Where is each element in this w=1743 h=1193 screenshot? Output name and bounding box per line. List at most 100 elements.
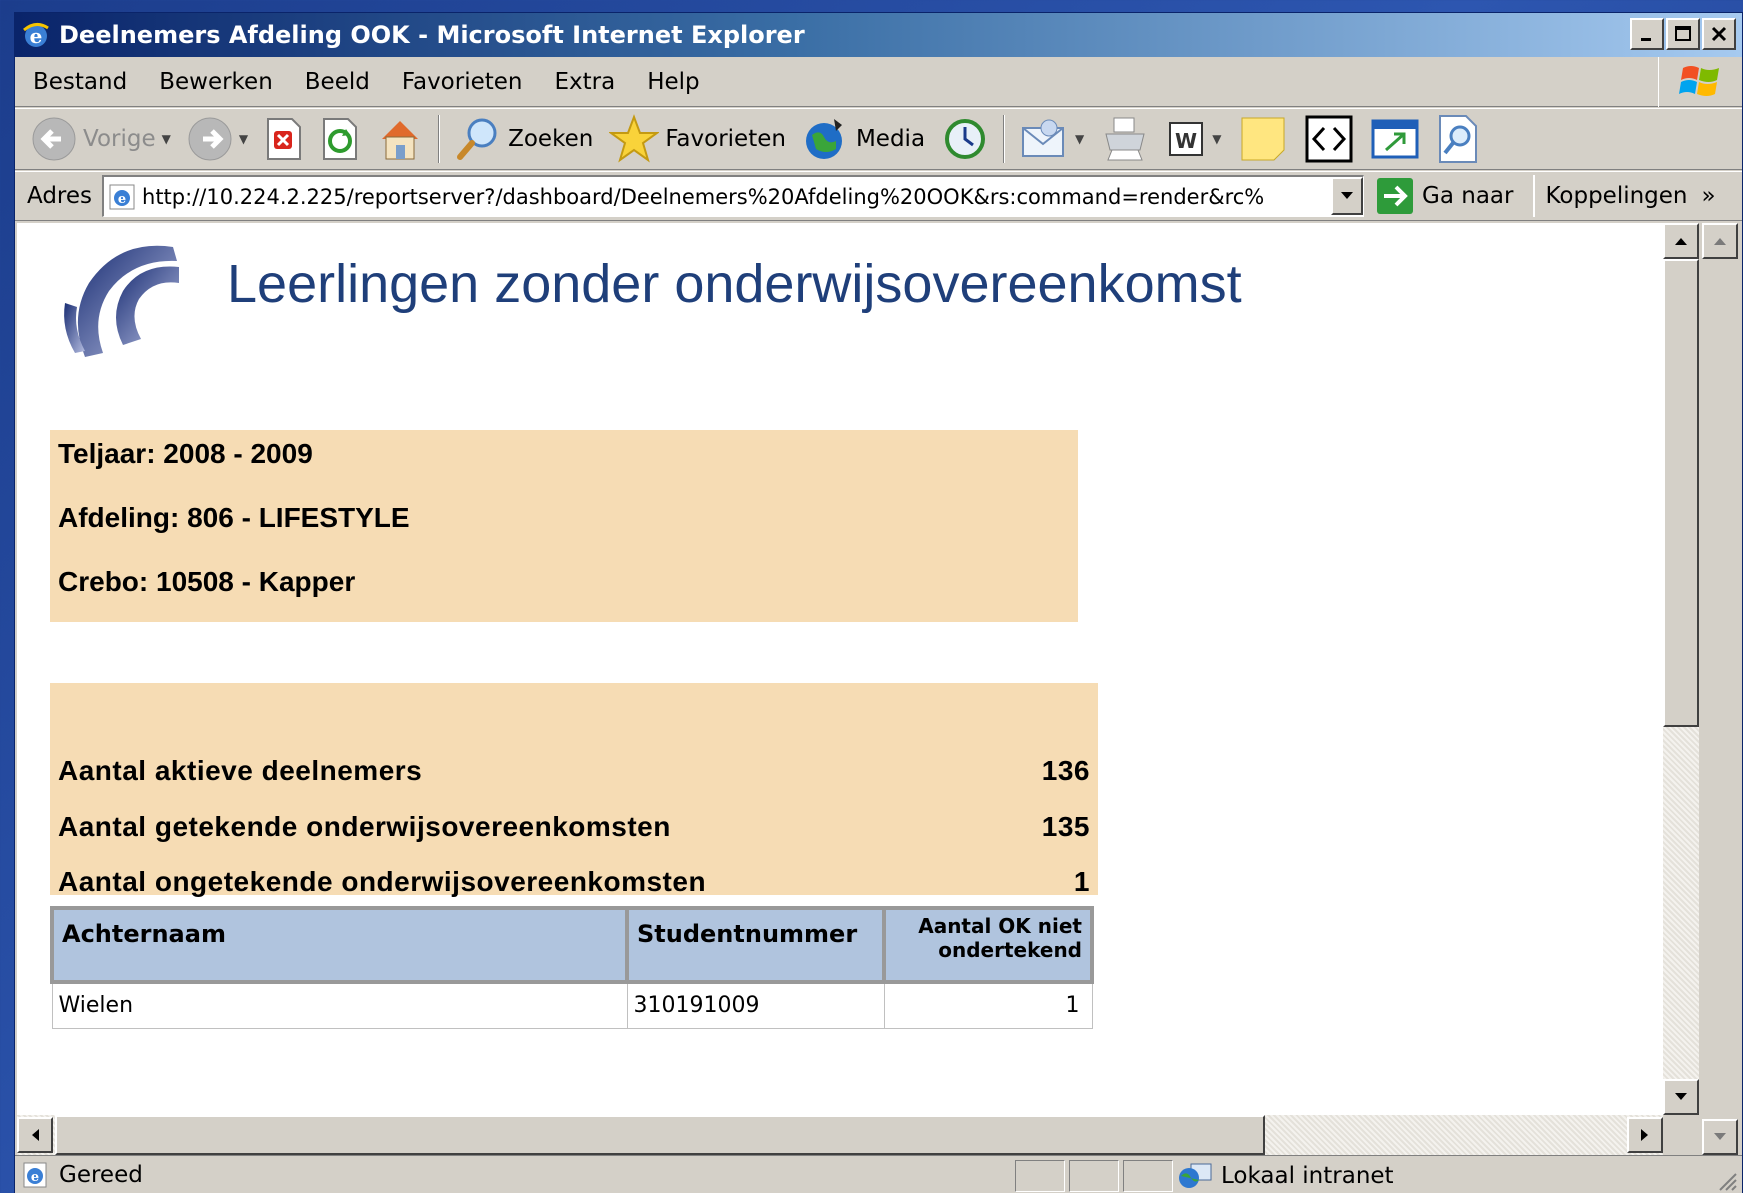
address-url[interactable]: http://10.224.2.225/reportserver?/dashbo…: [142, 185, 1322, 209]
arrow-up-icon: [1714, 238, 1726, 245]
stop-icon: [267, 118, 302, 160]
favorites-button[interactable]: Favorieten: [601, 111, 794, 167]
vertical-scrollbar[interactable]: [1663, 223, 1699, 1115]
windows-flag-icon: [1678, 66, 1719, 96]
source-button[interactable]: [1296, 111, 1362, 167]
source-code-icon: [1305, 115, 1353, 163]
go-label: Ga naar: [1422, 183, 1514, 209]
column-header-aantal-line2: ondertekend: [938, 938, 1082, 962]
menu-bewerken[interactable]: Bewerken: [143, 69, 289, 95]
home-button[interactable]: [368, 111, 432, 167]
maximize-icon: [1675, 26, 1691, 41]
scroll-left-button[interactable]: [17, 1117, 53, 1153]
favorites-label: Favorieten: [665, 126, 786, 152]
research-icon: [1438, 115, 1477, 163]
page-content: Leerlingen zonder onderwijsovereenkomst …: [17, 223, 1663, 1115]
minimize-button[interactable]: [1630, 18, 1664, 50]
maximize-button[interactable]: [1666, 18, 1700, 50]
outer-scroll-down-button[interactable]: [1702, 1119, 1738, 1155]
outer-vertical-scrollbar[interactable]: [1699, 223, 1742, 1155]
mail-icon: [1022, 119, 1065, 157]
home-icon: [382, 121, 419, 160]
title-bar[interactable]: e Deelnemers Afdeling OOK - Microsoft In…: [15, 13, 1742, 57]
address-label: Adres: [27, 183, 93, 209]
minimize-icon: [1641, 38, 1651, 41]
stat-label: Aantal aktieve deelnemers: [58, 755, 423, 786]
ie-icon: e: [23, 23, 49, 48]
scroll-up-button[interactable]: [1663, 223, 1699, 259]
new-window-button[interactable]: [1362, 111, 1428, 167]
arrow-left-icon: [32, 1129, 39, 1141]
mail-button[interactable]: ▼: [1011, 111, 1092, 167]
word-icon: W: [1169, 122, 1204, 156]
media-globe-icon: [805, 119, 842, 159]
teljaar-text: Teljaar: 2008 - 2009: [58, 438, 313, 469]
refresh-button[interactable]: [312, 111, 368, 167]
arrow-down-icon: [1675, 1093, 1687, 1100]
forward-arrow-icon: [188, 117, 232, 161]
vertical-scroll-thumb[interactable]: [1663, 259, 1699, 727]
go-button[interactable]: Ga naar: [1376, 177, 1513, 215]
back-arrow-icon: [32, 117, 76, 161]
crebo-text: Crebo: 10508 - Kapper: [58, 566, 356, 597]
search-label: Zoeken: [508, 126, 594, 152]
stop-button[interactable]: [256, 111, 312, 167]
scroll-right-button[interactable]: [1627, 1117, 1663, 1153]
forward-button[interactable]: ▼: [179, 111, 256, 167]
address-field[interactable]: e http://10.224.2.225/reportserver?/dash…: [102, 175, 1365, 217]
stat-row-actieve: Aantal aktieve deelnemers 136: [58, 751, 1090, 791]
column-header-achternaam: Achternaam: [50, 906, 629, 984]
chevron-down-icon: [1341, 192, 1354, 199]
scroll-down-button[interactable]: [1663, 1079, 1699, 1115]
stat-label: Aantal ongetekende onderwijsovereenkomst…: [58, 866, 707, 897]
research-button[interactable]: [1428, 111, 1488, 167]
history-button[interactable]: [933, 111, 997, 167]
links-toolbar[interactable]: Koppelingen »: [1533, 175, 1716, 217]
menu-help[interactable]: Help: [631, 69, 715, 95]
media-button[interactable]: Media: [794, 111, 933, 167]
menu-favorieten[interactable]: Favorieten: [386, 69, 539, 95]
address-dropdown-button[interactable]: [1331, 177, 1364, 215]
edit-word-button[interactable]: W ▼: [1158, 111, 1229, 167]
note-button[interactable]: [1230, 111, 1296, 167]
print-button[interactable]: [1092, 111, 1158, 167]
toolbar-separator: [438, 115, 441, 163]
go-arrow-icon: [1377, 178, 1414, 214]
printer-icon: [1105, 117, 1145, 161]
mail-dropdown-icon[interactable]: ▼: [1075, 132, 1084, 146]
search-icon: [457, 118, 497, 160]
menu-bestand[interactable]: Bestand: [15, 69, 143, 95]
menu-beeld[interactable]: Beeld: [289, 69, 386, 95]
links-chevron-icon[interactable]: »: [1702, 183, 1716, 209]
close-button[interactable]: [1702, 18, 1736, 50]
report-parameters-box: Teljaar: 2008 - 2009 Afdeling: 806 - LIF…: [50, 430, 1078, 622]
report-title: Leerlingen zonder onderwijsovereenkomst: [227, 254, 1242, 314]
resize-grip-icon[interactable]: [1714, 1168, 1738, 1192]
security-zone[interactable]: Lokaal intranet: [1177, 1160, 1394, 1192]
intranet-globe-icon: [1179, 1163, 1212, 1188]
horizontal-scroll-thumb[interactable]: [55, 1115, 1265, 1155]
svg-text:e: e: [118, 192, 126, 207]
menu-extra[interactable]: Extra: [539, 69, 632, 95]
svg-text:e: e: [30, 24, 43, 48]
forward-dropdown-icon[interactable]: ▼: [239, 132, 248, 146]
edit-dropdown-icon[interactable]: ▼: [1212, 132, 1221, 146]
zone-text: Lokaal intranet: [1221, 1163, 1394, 1189]
back-button[interactable]: Vorige ▼: [23, 111, 179, 167]
search-button[interactable]: Zoeken: [446, 111, 601, 167]
outer-scroll-up-button[interactable]: [1702, 223, 1738, 259]
table-header-row: Achternaam Studentnummer Aantal OK niet …: [50, 906, 1094, 984]
back-dropdown-icon[interactable]: ▼: [162, 132, 171, 146]
table-row: Wielen 310191009 1: [51, 981, 1093, 1029]
svg-text:W: W: [1175, 129, 1197, 153]
toolbar-separator: [1003, 115, 1006, 163]
summary-stats-box: Aantal aktieve deelnemers 136 Aantal get…: [50, 683, 1098, 897]
column-header-studentnummer: Studentnummer: [625, 906, 886, 984]
horizontal-scrollbar[interactable]: [17, 1115, 1663, 1155]
stat-row-getekend: Aantal getekende onderwijsovereenkomsten…: [58, 807, 1090, 847]
windows-logo: [1658, 57, 1742, 107]
stat-value: 1: [1073, 866, 1090, 897]
back-label: Vorige: [83, 126, 156, 152]
sticky-note-icon: [1241, 117, 1285, 161]
arrow-right-icon: [1641, 1129, 1648, 1141]
